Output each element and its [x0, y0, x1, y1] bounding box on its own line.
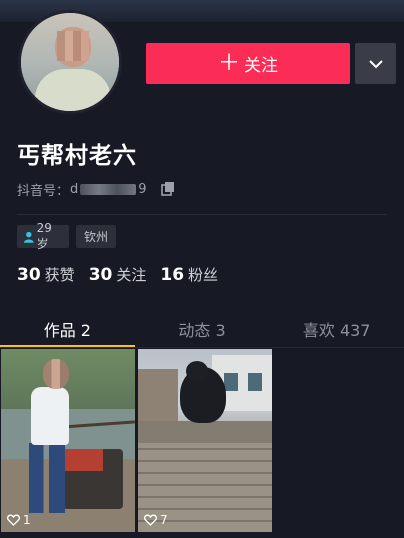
- thumb-scene: [138, 421, 272, 443]
- heart-icon: [7, 514, 20, 526]
- stat-followers[interactable]: 16 粉丝: [160, 264, 218, 285]
- douyin-id-suffix: 9: [138, 182, 147, 197]
- video-thumbnail[interactable]: 1: [1, 349, 135, 532]
- profile-name: 丐帮村老六: [17, 143, 137, 169]
- stat-following[interactable]: 30 关注: [89, 264, 147, 285]
- profile-stats: 30 获赞 30 关注 16 粉丝: [17, 264, 218, 285]
- like-count: 1: [7, 513, 31, 527]
- stat-followers-label: 粉丝: [188, 266, 219, 284]
- thumb-scene: [63, 449, 103, 471]
- thumb-scene: [31, 387, 69, 445]
- like-count-value: 1: [23, 513, 31, 527]
- stat-following-label: 关注: [116, 266, 147, 284]
- city-text: 钦州: [83, 230, 108, 244]
- video-thumbnail[interactable]: 7: [138, 349, 272, 532]
- plus-icon: ＋: [217, 50, 240, 76]
- avatar-shirt: [35, 69, 111, 111]
- douyin-id: 抖音号： d 9: [17, 180, 147, 199]
- stat-followers-count: 16: [160, 265, 185, 285]
- tab-works[interactable]: 作品 2: [0, 309, 135, 348]
- avatar-mosaic-blur: [57, 31, 89, 61]
- stat-likes-label: 获赞: [44, 266, 75, 284]
- city-tag: 钦州: [76, 225, 116, 248]
- follow-label: 关注: [244, 56, 278, 76]
- like-count-value: 7: [160, 513, 168, 527]
- tab-liked[interactable]: 喜欢 437: [269, 309, 404, 347]
- tab-activity[interactable]: 动态 3: [135, 309, 270, 347]
- more-options-button[interactable]: [355, 43, 396, 84]
- douyin-id-blurred: [80, 184, 137, 195]
- thumb-scene: [224, 373, 238, 391]
- douyin-id-prefix: d: [70, 182, 79, 197]
- copy-icon[interactable]: [160, 181, 176, 197]
- like-count: 7: [144, 513, 168, 527]
- douyin-id-label: 抖音号：: [17, 184, 70, 199]
- person-icon: [23, 231, 34, 243]
- divider: [17, 214, 387, 215]
- heart-icon: [144, 514, 157, 526]
- thumb-scene: [43, 359, 69, 389]
- tabs-divider: [0, 347, 404, 348]
- age-text: 29岁: [36, 221, 52, 251]
- thumb-scene: [186, 361, 208, 381]
- stat-following-count: 30: [88, 265, 113, 285]
- age-tag: 29岁: [17, 221, 69, 251]
- thumb-scene: [29, 443, 65, 513]
- stat-likes[interactable]: 30 获赞: [17, 264, 75, 285]
- chevron-down-icon: [368, 59, 383, 68]
- thumb-scene: [248, 373, 262, 391]
- stat-likes-count: 30: [17, 265, 41, 285]
- profile-tabs: 作品 2 动态 3 喜欢 437: [0, 309, 404, 348]
- avatar[interactable]: [18, 10, 122, 114]
- follow-button[interactable]: ＋ 关注: [146, 43, 350, 84]
